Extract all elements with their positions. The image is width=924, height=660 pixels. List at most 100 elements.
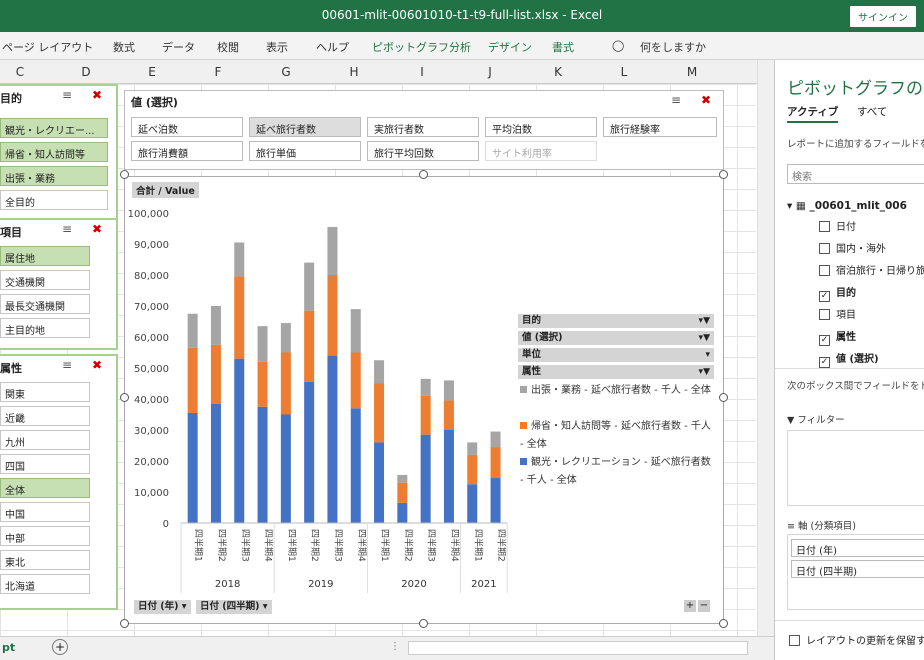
field-button[interactable]: 旅行平均回数	[367, 141, 479, 161]
tab-all[interactable]: すべて	[857, 104, 887, 119]
add-sheet-icon[interactable]: +	[52, 639, 68, 655]
slicer-item[interactable]: 出張・業務	[0, 166, 108, 186]
legend-field-button[interactable]: 目的 ▾▼	[518, 314, 714, 328]
col-header[interactable]: H	[344, 65, 364, 79]
col-header[interactable]: M	[682, 65, 702, 79]
tell-me-box[interactable]: 何をしますか	[640, 39, 706, 55]
resize-handle[interactable]	[419, 170, 428, 179]
field-checkbox[interactable]: 宿泊旅行・日帰り旅	[819, 262, 924, 277]
multiselect-icon[interactable]: ≡	[62, 222, 72, 236]
col-header[interactable]: K	[548, 65, 568, 79]
pivot-chart[interactable]: 100,000 90,000 80,000 70,000 60,000 50,000 40,…	[124, 176, 724, 624]
clear-filter-icon[interactable]: ✖	[92, 88, 102, 102]
slicer-item[interactable]: 北海道	[0, 574, 90, 594]
multiselect-icon[interactable]: ≡	[62, 358, 72, 372]
expand-field-button[interactable]: +	[684, 600, 696, 612]
resize-handle[interactable]	[419, 619, 428, 628]
resize-handle[interactable]	[120, 393, 129, 402]
collapse-field-button[interactable]: −	[698, 600, 710, 612]
field-checkbox[interactable]: 日付	[819, 218, 856, 233]
field-checkbox[interactable]: ✓ 値 (選択)	[819, 350, 879, 368]
legend-field-button[interactable]: 値 (選択) ▾▼	[518, 331, 714, 345]
slicer-item[interactable]: 属住地	[0, 246, 90, 266]
field-checkbox[interactable]: 国内・海外	[819, 240, 886, 255]
tab-design[interactable]: デザイン	[488, 39, 532, 55]
slicer-item[interactable]: 四国	[0, 454, 90, 474]
defer-layout-checkbox[interactable]: レイアウトの更新を保留する	[789, 632, 924, 647]
tab-review[interactable]: 校閲	[217, 39, 239, 55]
field-button[interactable]: 平均泊数	[485, 117, 597, 137]
multiselect-icon[interactable]: ≡	[62, 88, 72, 102]
field-search-input[interactable]: 検索	[787, 164, 924, 184]
legend-field-button[interactable]: 単位 ▾	[518, 348, 714, 362]
field-checkbox[interactable]: 項目	[819, 306, 856, 321]
field-button[interactable]: 実旅行者数	[367, 117, 479, 137]
y-tick-label: 0	[163, 519, 169, 530]
axis-field-year[interactable]: 日付 (年)	[791, 539, 924, 557]
tab-formulas[interactable]: 数式	[113, 39, 135, 55]
slicer-item[interactable]: 関東	[0, 382, 90, 402]
sheet-tab[interactable]: pt	[2, 641, 15, 654]
col-header[interactable]: L	[614, 65, 634, 79]
values-filter-slicer[interactable]: 値 (選択) ≡ ✖ 延べ泊数 延べ旅行者数 実旅行者数 平均泊数 旅行経験率 …	[124, 90, 724, 170]
horizontal-scrollbar[interactable]	[408, 641, 748, 655]
col-header[interactable]: D	[76, 65, 96, 79]
slicer-item[interactable]: 主目的地	[0, 318, 90, 338]
resize-handle[interactable]	[120, 170, 129, 179]
slicer-item[interactable]: 全目的	[0, 190, 108, 210]
field-button[interactable]: 旅行消費額	[131, 141, 243, 161]
slicer-item[interactable]: 全体	[0, 478, 90, 498]
tab-view[interactable]: 表示	[266, 39, 288, 55]
filters-drop-area[interactable]	[787, 430, 924, 506]
slicer-item[interactable]: 最長交通機関	[0, 294, 90, 314]
clear-filter-icon[interactable]: ✖	[92, 358, 102, 372]
legend-field-button[interactable]: 属性 ▾▼	[518, 365, 714, 379]
resize-handle[interactable]	[719, 170, 728, 179]
tab-page-layout[interactable]: ページ レイアウト	[2, 39, 93, 55]
field-button[interactable]: 旅行単価	[249, 141, 361, 161]
tab-splitter[interactable]: ⋮	[390, 641, 400, 652]
col-header[interactable]: I	[412, 65, 432, 79]
field-checkbox[interactable]: ✓ 属性	[819, 328, 856, 346]
bar-segment	[420, 395, 431, 435]
slicer-item[interactable]: 九州	[0, 430, 90, 450]
tab-pivotchart-analyze[interactable]: ピボットグラフ分析	[372, 39, 471, 55]
axis-field-button[interactable]: 日付 (四半期) ▾	[196, 600, 272, 614]
table-name[interactable]: ▾ ▦ _00601_mlit_006	[787, 200, 907, 212]
col-header[interactable]: G	[276, 65, 296, 79]
tab-data[interactable]: データ	[162, 39, 195, 55]
col-header[interactable]: C	[10, 65, 30, 79]
axis-field-quarter[interactable]: 日付 (四半期)	[791, 560, 924, 578]
field-checkbox[interactable]: ✓ 目的	[819, 284, 856, 302]
col-header[interactable]: E	[142, 65, 162, 79]
field-button[interactable]: サイト利用率	[485, 141, 597, 161]
slicer-item[interactable]: 中部	[0, 526, 90, 546]
slicer-item[interactable]: 中国	[0, 502, 90, 522]
slicer-attribute[interactable]: 属性 ≡ ✖ 関東 近畿 九州 四国 全体 中国 中部 東北 北海道	[0, 354, 118, 610]
col-header[interactable]: J	[480, 65, 500, 79]
slicer-item-type[interactable]: 項目 ≡ ✖ 属住地 交通機関 最長交通機関 主目的地	[0, 218, 118, 350]
clear-filter-icon[interactable]: ✖	[92, 222, 102, 236]
tab-help[interactable]: ヘルプ	[316, 39, 349, 55]
resize-handle[interactable]	[719, 619, 728, 628]
slicer-item[interactable]: 東北	[0, 550, 90, 570]
tab-format[interactable]: 書式	[552, 39, 574, 55]
vertical-scrollbar[interactable]	[757, 60, 774, 636]
axis-field-button[interactable]: 日付 (年) ▾	[134, 600, 191, 614]
x-tick-label: 四半期2	[402, 529, 414, 562]
slicer-item[interactable]: 観光・レクリエー...	[0, 118, 108, 138]
clear-filter-icon[interactable]: ✖	[701, 93, 711, 107]
slicer-item[interactable]: 交通機関	[0, 270, 90, 290]
tab-active[interactable]: アクティブ	[787, 104, 839, 123]
slicer-item[interactable]: 近畿	[0, 406, 90, 426]
resize-handle[interactable]	[719, 393, 728, 402]
multiselect-icon[interactable]: ≡	[671, 93, 681, 107]
field-button[interactable]: 延べ旅行者数	[249, 117, 361, 137]
value-field-button[interactable]: 合計 / Value	[132, 182, 199, 198]
slicer-item[interactable]: 帰省・知人訪問等	[0, 142, 108, 162]
col-header[interactable]: F	[208, 65, 228, 79]
field-button[interactable]: 延べ泊数	[131, 117, 243, 137]
field-button[interactable]: 旅行経験率	[603, 117, 717, 137]
signin-button[interactable]: サインイン	[850, 6, 916, 27]
resize-handle[interactable]	[120, 619, 129, 628]
